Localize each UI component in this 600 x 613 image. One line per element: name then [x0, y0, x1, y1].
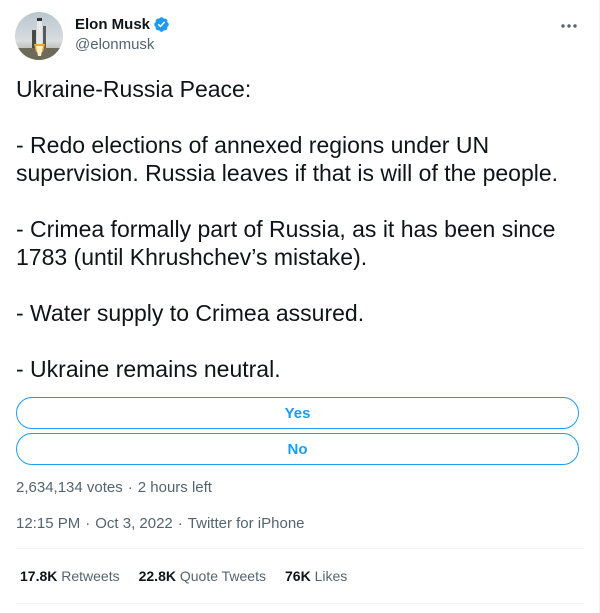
tweet-time-link[interactable]: 12:15 PM · Oct 3, 2022 — [16, 515, 173, 532]
author-name-link[interactable]: Elon Musk — [75, 13, 170, 35]
quote-tweets-count: 22.8K — [138, 568, 176, 584]
more-options-button[interactable] — [558, 16, 580, 36]
tweet-line: supervision. Russia leaves if that is wi… — [16, 160, 559, 186]
tweet-line: - Crimea formally part of Russia, as it … — [16, 216, 556, 242]
author-name: Elon Musk — [75, 15, 151, 33]
divider — [16, 548, 584, 549]
separator: · — [85, 515, 91, 532]
tweet-line: - Redo elections of annexed regions unde… — [16, 132, 490, 158]
tweet-date: Oct 3, 2022 — [95, 515, 173, 532]
more-horizontal-icon — [561, 24, 577, 28]
tweet-time: 12:15 PM — [16, 515, 81, 532]
poll-option-no[interactable]: No — [16, 433, 579, 465]
separator: · — [127, 479, 133, 496]
poll-time-left: 2 hours left — [137, 479, 212, 496]
separator: · — [177, 515, 183, 532]
retweets-stat[interactable]: 17.8K Retweets — [20, 568, 120, 584]
quote-tweets-label: Quote Tweets — [179, 568, 266, 584]
divider — [16, 603, 584, 604]
tweet-line: Ukraine-Russia Peace: — [16, 76, 252, 102]
avatar[interactable] — [15, 12, 63, 60]
tweet-timestamp: 12:15 PM · Oct 3, 2022 · Twitter for iPhone — [16, 515, 305, 532]
author-handle[interactable]: @elonmusk — [75, 36, 170, 53]
tweet-line: 1783 (until Khrushchev’s mistake). — [16, 244, 368, 270]
likes-count: 76K — [285, 568, 311, 584]
author-block: Elon Musk @elonmusk — [75, 13, 170, 53]
verified-badge-icon — [153, 16, 170, 33]
poll-option-yes[interactable]: Yes — [16, 397, 579, 429]
tweet-line: - Ukraine remains neutral. — [16, 356, 281, 382]
tweet-client-link[interactable]: Twitter for iPhone — [188, 515, 305, 532]
quote-tweets-stat[interactable]: 22.8K Quote Tweets — [139, 568, 266, 584]
retweets-count: 17.8K — [20, 568, 58, 584]
tweet-line: - Water supply to Crimea assured. — [16, 300, 365, 326]
engagement-stats: 17.8K Retweets 22.8K Quote Tweets 76K Li… — [20, 568, 366, 584]
avatar-image — [15, 12, 63, 60]
retweets-label: Retweets — [61, 568, 120, 584]
likes-stat[interactable]: 76K Likes — [285, 568, 347, 584]
tweet-card: Elon Musk @elonmusk Ukraine-Russia Peace… — [0, 0, 600, 613]
likes-label: Likes — [314, 568, 348, 584]
poll-meta: 2,634,134 votes · 2 hours left — [16, 479, 212, 496]
poll-votes: 2,634,134 votes — [16, 479, 123, 496]
